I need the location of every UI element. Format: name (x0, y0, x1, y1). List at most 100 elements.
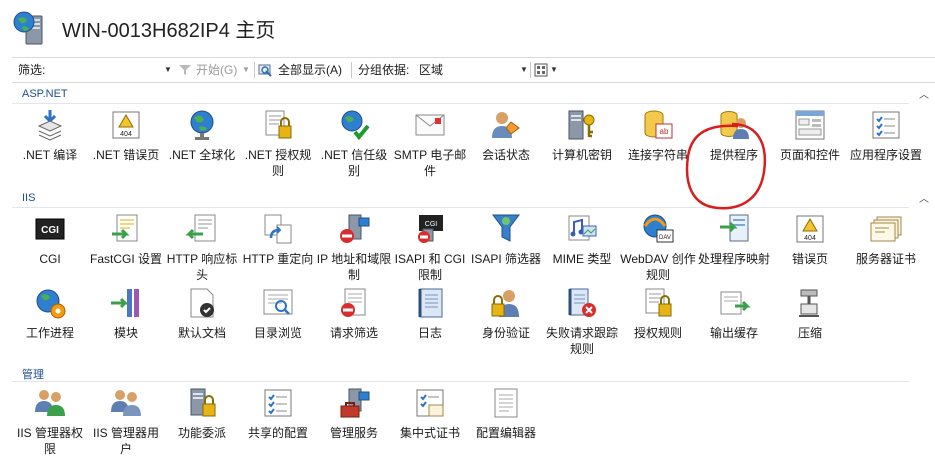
feature-worker-processes[interactable]: 工作进程 (12, 286, 88, 364)
feature-providers[interactable]: 提供程序 (696, 108, 772, 186)
view-dropdown-icon[interactable]: ▼ (550, 58, 558, 82)
feature-net-authorization[interactable]: .NET 授权规则 (240, 108, 316, 186)
certificate-icon (870, 216, 902, 242)
feature-http-redirect[interactable]: HTTP 重定向 (240, 212, 316, 290)
feature-label: .NET 全球化 (168, 148, 236, 162)
start-dropdown-icon[interactable]: ▼ (242, 58, 250, 82)
isapi-filter-icon (492, 214, 520, 242)
manager-users-icon (111, 390, 141, 416)
feature-delegation[interactable]: 功能委派 (164, 386, 240, 456)
feature-smtp-email[interactable]: SMTP 电子邮件 (392, 108, 468, 186)
feature-isapi-cgi-restrictions[interactable]: CGI ISAPI 和 CGI 限制 (392, 212, 468, 290)
filter-input[interactable] (56, 58, 176, 82)
feature-label: 计算机密钥 (551, 148, 612, 162)
feature-request-filtering[interactable]: 请求筛选 (316, 286, 392, 364)
feature-label: IP 地址和域限制 (316, 252, 392, 282)
compile-icon (37, 110, 63, 141)
page-header: WIN-0013H682IP4 主页 (0, 0, 935, 56)
group-header-iis[interactable]: IIS ︿ (12, 190, 935, 208)
feature-error-pages[interactable]: 404 错误页 (772, 212, 848, 290)
feature-label: 日志 (417, 326, 442, 340)
feature-http-headers[interactable]: HTTP 响应标头 (164, 212, 240, 290)
feature-manager-users[interactable]: IIS 管理器用户 (88, 386, 164, 456)
group-label: IIS (22, 192, 36, 204)
view-icon[interactable] (534, 63, 548, 77)
app-settings-icon (872, 111, 900, 139)
collapse-icon[interactable]: ︿ (919, 190, 929, 205)
feature-label: .NET 授权规则 (244, 148, 312, 178)
group-by-dropdown-icon[interactable]: ▼ (520, 58, 528, 82)
feature-shared-configuration[interactable]: 共享的配置 (240, 386, 316, 456)
feature-label: 模块 (113, 326, 138, 340)
svg-text:CGI: CGI (41, 225, 59, 236)
group-label: ASP.NET (22, 88, 68, 100)
feature-session-state[interactable]: 会话状态 (468, 108, 544, 186)
feature-connection-strings[interactable]: ab 连接字符串 (620, 108, 696, 186)
feature-label: 目录浏览 (253, 326, 302, 340)
mime-icon (568, 215, 597, 241)
feature-app-settings[interactable]: 应用程序设置 (848, 108, 924, 186)
output-cache-icon (720, 291, 751, 315)
feature-mime-types[interactable]: MIME 类型 (544, 212, 620, 290)
pages-controls-icon (795, 110, 825, 140)
feature-management-service[interactable]: 管理服务 (316, 386, 392, 456)
group-by-select[interactable]: 区域 (419, 58, 529, 82)
trust-icon (341, 110, 370, 141)
show-all-button[interactable]: 全部显示(A) (278, 58, 342, 82)
feature-centralized-certificates[interactable]: 集中式证书 (392, 386, 468, 456)
feature-label: 集中式证书 (399, 426, 460, 440)
redirect-icon (264, 214, 292, 244)
feature-modules[interactable]: 模块 (88, 286, 164, 364)
feature-handler-mappings[interactable]: 处理程序映射 (696, 212, 772, 290)
filter-dropdown-icon[interactable]: ▼ (164, 58, 172, 82)
feature-label: 会话状态 (481, 148, 530, 162)
feature-net-trust-levels[interactable]: .NET 信任级别 (316, 108, 392, 186)
config-editor-icon (494, 388, 518, 418)
central-cert-icon (416, 389, 444, 417)
feature-compression[interactable]: 压缩 (772, 286, 848, 364)
feature-net-globalization[interactable]: .NET 全球化 (164, 108, 240, 186)
ip-restrict-icon (340, 214, 370, 243)
feature-manager-permissions[interactable]: IIS 管理器权限 (12, 386, 88, 456)
request-filter-icon (341, 288, 366, 317)
feature-logging[interactable]: 日志 (392, 286, 468, 364)
feature-cgi[interactable]: CGI CGI (12, 212, 88, 290)
feature-machine-key[interactable]: 计算机密钥 (544, 108, 620, 186)
funnel-icon (179, 65, 191, 75)
group-header-management[interactable]: 管理 (12, 364, 935, 382)
feature-default-document[interactable]: 默认文档 (164, 286, 240, 364)
feature-isapi-filters[interactable]: ISAPI 筛选器 (468, 212, 544, 290)
handler-mapping-icon (720, 214, 749, 242)
feature-configuration-editor[interactable]: 配置编辑器 (468, 386, 544, 456)
feature-failed-request-tracing[interactable]: 失败请求跟踪规则 (544, 286, 620, 364)
feature-output-caching[interactable]: 输出缓存 (696, 286, 772, 364)
feature-authorization-rules[interactable]: 授权规则 (620, 286, 696, 364)
http-headers-icon (185, 214, 216, 242)
collapse-icon[interactable]: ︿ (919, 86, 929, 101)
feature-pages-controls[interactable]: 页面和控件 (772, 108, 848, 186)
feature-server-certificates[interactable]: 服务器证书 (848, 212, 924, 290)
svg-text:404: 404 (804, 235, 816, 242)
feature-net-compile[interactable]: .NET 编译 (12, 108, 88, 186)
feature-label: .NET 信任级别 (320, 148, 388, 178)
feature-webdav[interactable]: DAV WebDAV 创作规则 (620, 212, 696, 290)
worker-process-icon (36, 289, 66, 319)
feature-label: HTTP 重定向 (242, 252, 314, 266)
feature-ip-restrictions[interactable]: IP 地址和域限制 (316, 212, 392, 290)
page-title: WIN-0013H682IP4 主页 (62, 20, 276, 42)
error-page-icon: 404 (112, 111, 140, 139)
server-globe-icon (13, 11, 43, 45)
feature-label: 页面和控件 (779, 148, 840, 162)
feature-label: 工作进程 (25, 326, 74, 340)
feature-directory-browsing[interactable]: 目录浏览 (240, 286, 316, 364)
logging-icon (418, 288, 443, 318)
feature-label: 共享的配置 (247, 426, 308, 440)
feature-net-error-pages[interactable]: 404 .NET 错误页 (88, 108, 164, 186)
feature-label: 身份验证 (481, 326, 530, 340)
feature-label: 授权规则 (633, 326, 682, 340)
group-header-aspnet[interactable]: ASP.NET ︿ (12, 86, 935, 104)
feature-label: 提供程序 (709, 148, 758, 162)
start-button[interactable]: 开始(G) (196, 58, 237, 82)
feature-fastcgi[interactable]: FastCGI 设置 (88, 212, 164, 290)
feature-authentication[interactable]: 身份验证 (468, 286, 544, 364)
